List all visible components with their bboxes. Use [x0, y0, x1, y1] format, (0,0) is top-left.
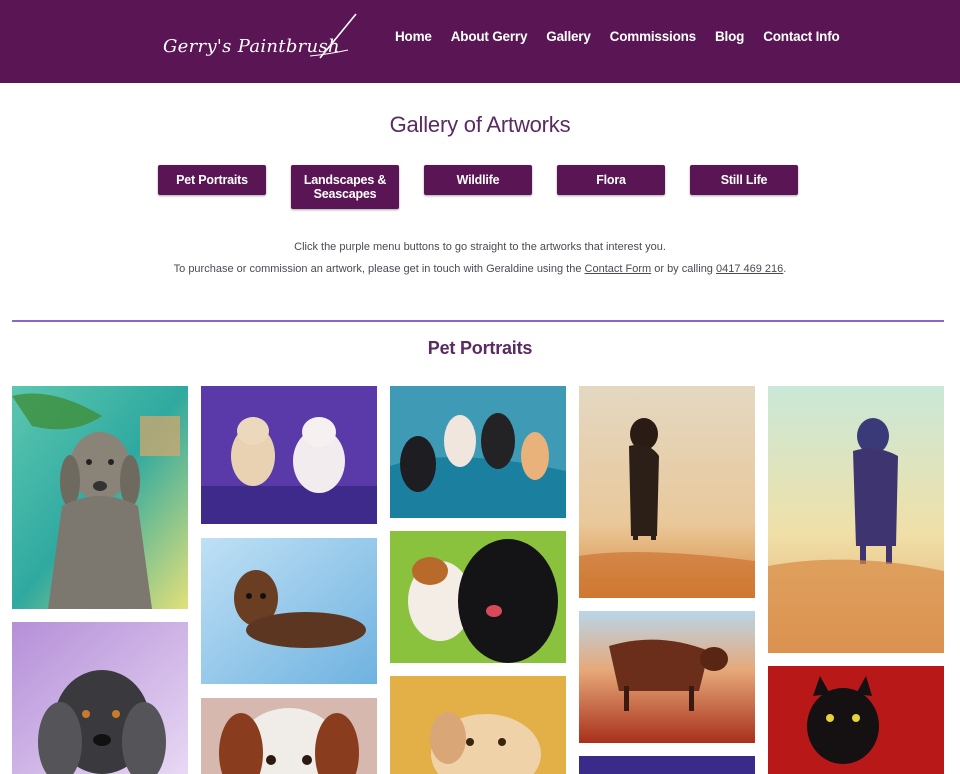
category-button-still-life[interactable]: Still Life [690, 165, 798, 195]
artwork-black-cat[interactable] [768, 666, 944, 774]
artwork-kelpie-standing[interactable] [579, 386, 755, 598]
nav-home[interactable]: Home [395, 29, 432, 44]
intro-text: or by calling [651, 263, 716, 275]
site-header: Gerry's Paintbrush Home About Gerry Gall… [0, 0, 960, 83]
artwork-labrador[interactable] [390, 676, 566, 774]
category-button-pet-portraits[interactable]: Pet Portraits [158, 165, 266, 195]
artwork-spaniel-closeup[interactable] [201, 698, 377, 774]
artwork-kelpie-field[interactable] [768, 386, 944, 653]
contact-form-link[interactable]: Contact Form [585, 263, 652, 275]
artwork-brown-poodle[interactable] [201, 538, 377, 684]
artwork-kelpie-sniffing[interactable] [579, 611, 755, 743]
artwork-cats-and-spaniels[interactable] [390, 386, 566, 518]
nav-commissions[interactable]: Commissions [610, 29, 697, 44]
artwork-partial[interactable] [579, 756, 755, 774]
artwork-cocker-spaniel[interactable] [12, 622, 188, 774]
artwork-chihuahuas[interactable] [201, 386, 377, 524]
section-divider [12, 320, 944, 322]
site-logo[interactable]: Gerry's Paintbrush [160, 10, 360, 70]
logo-text: Gerry's Paintbrush [163, 36, 340, 57]
category-button-wildlife[interactable]: Wildlife [424, 165, 532, 195]
intro-line-2: To purchase or commission an artwork, pl… [0, 263, 960, 275]
page-title: Gallery of Artworks [389, 112, 571, 137]
category-button-landscapes[interactable]: Landscapes & Seascapes [291, 165, 399, 209]
nav-contact-info[interactable]: Contact Info [763, 29, 840, 44]
artwork-terrier-and-black-dog[interactable] [390, 531, 566, 663]
category-button-flora[interactable]: Flora [557, 165, 665, 195]
nav-about-gerry[interactable]: About Gerry [451, 29, 528, 44]
phone-link[interactable]: 0417 469 216 [716, 263, 783, 275]
main-nav: Home About Gerry Gallery Commissions Blo… [395, 29, 859, 44]
artwork-weimaraner[interactable] [12, 386, 188, 609]
intro-text: . [783, 263, 787, 275]
nav-gallery[interactable]: Gallery [546, 29, 591, 44]
intro-text: To purchase or commission an artwork, pl… [173, 263, 585, 275]
section-title: Pet Portraits [427, 338, 533, 358]
nav-blog[interactable]: Blog [715, 29, 744, 44]
intro-line-1: Click the purple menu buttons to go stra… [294, 241, 666, 253]
